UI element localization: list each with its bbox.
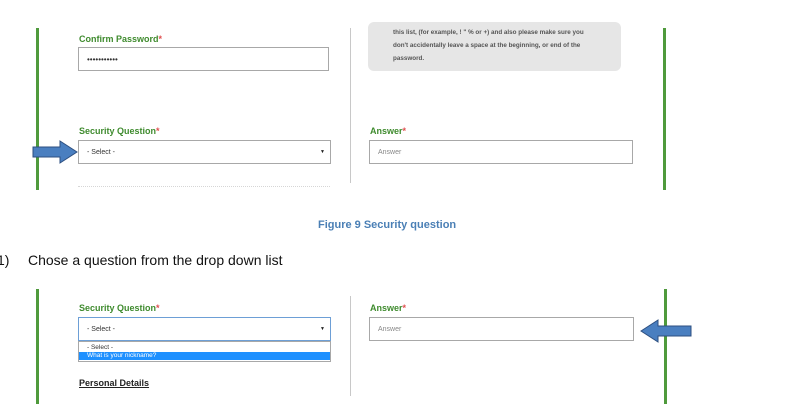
column-divider-top — [350, 28, 351, 183]
right-panel-border-bottom — [664, 289, 667, 404]
info-line: don't accidentally leave a space at the … — [393, 42, 581, 49]
dropdown-option-highlighted[interactable]: What is your nickname? — [79, 352, 330, 360]
dropdown-option[interactable]: - Select - — [79, 344, 330, 352]
dropdown-options-list: - Select - What is your nickname? — [78, 341, 331, 362]
confirm-password-input[interactable]: ••••••••••• — [78, 47, 329, 71]
answer-input-bottom[interactable]: Answer — [369, 317, 634, 341]
password-info-box: this list, (for example, ! " % or +) and… — [368, 22, 621, 71]
security-question-select-open[interactable]: - Select - ▼ — [78, 317, 331, 341]
personal-details-heading: Personal Details — [79, 378, 150, 388]
answer-label-bottom: Answer* — [370, 303, 407, 313]
confirm-password-label: Confirm Password* — [79, 34, 163, 44]
security-question-select[interactable]: - Select - ▼ — [78, 140, 331, 164]
left-panel-border-bottom — [36, 289, 39, 404]
column-divider-bottom — [350, 296, 351, 396]
figure-caption: Figure 9 Security question — [318, 219, 457, 231]
step-text: Chose a question from the drop down list — [28, 252, 283, 268]
security-question-label-bottom: Security Question* — [79, 303, 160, 313]
right-panel-border-top — [663, 28, 666, 190]
answer-input[interactable]: Answer — [369, 140, 633, 164]
left-panel-border-top — [36, 28, 39, 190]
step-number: 1) — [0, 252, 10, 268]
info-line: this list, (for example, ! " % or +) and… — [393, 29, 584, 36]
faded-divider-line — [78, 186, 330, 187]
info-line: password. — [393, 55, 425, 62]
dropdown-caret-icon: ▼ — [320, 326, 325, 332]
arrow-right-icon — [32, 140, 78, 164]
arrow-left-icon — [640, 319, 692, 343]
dropdown-caret-icon: ▼ — [320, 149, 325, 155]
answer-label: Answer* — [370, 126, 407, 136]
security-question-label: Security Question* — [79, 126, 160, 136]
